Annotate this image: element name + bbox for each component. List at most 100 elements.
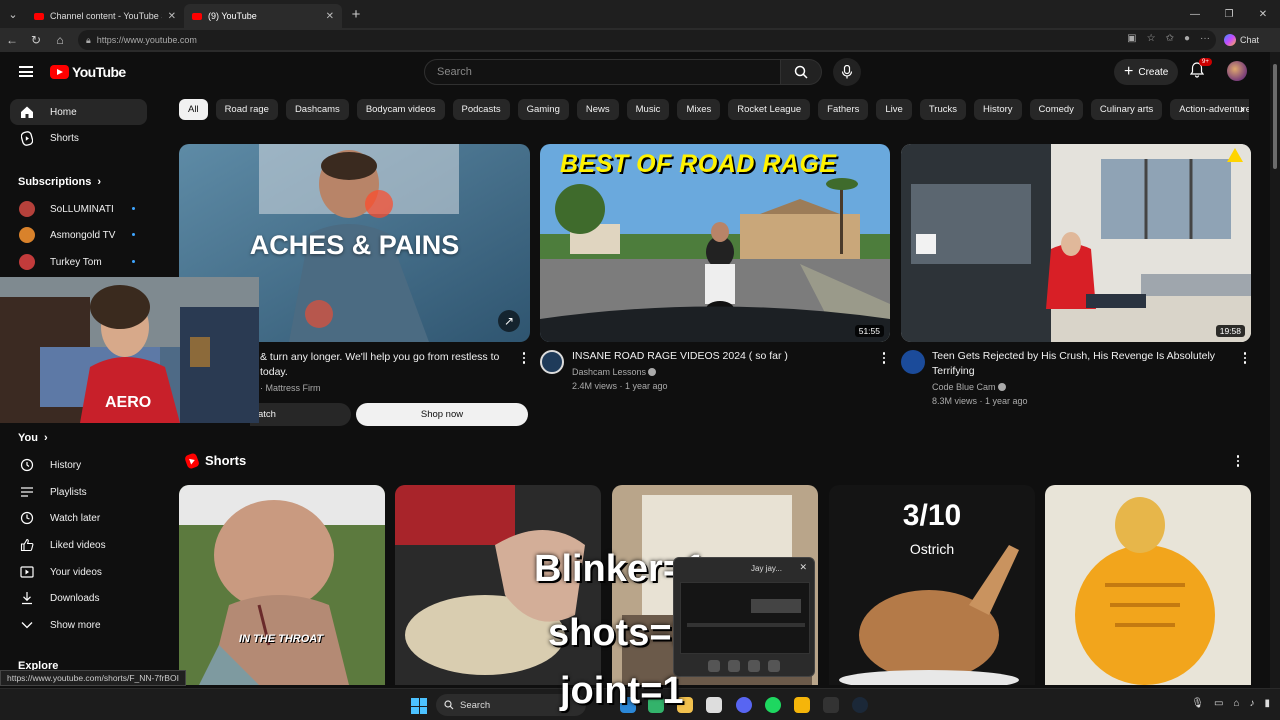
sidebar-item-liked-videos[interactable]: Liked videos xyxy=(10,532,147,558)
tab-actions-menu-button[interactable]: ⌄ xyxy=(0,0,26,28)
video-more-options-icon[interactable] xyxy=(1243,352,1247,364)
short-item[interactable]: 3/10 Ostrich xyxy=(829,485,1035,685)
steam-icon[interactable] xyxy=(852,697,868,713)
voice-search-button[interactable] xyxy=(833,58,861,86)
channel-avatar[interactable] xyxy=(540,350,564,374)
subscriptions-heading[interactable]: Subscriptions › xyxy=(18,176,101,188)
sidebar-subscription-solluminati[interactable]: SoLLUMINATI xyxy=(10,196,147,222)
video-channel[interactable]: Code Blue Cam xyxy=(932,380,1006,394)
volume-icon[interactable]: ♪ xyxy=(1249,698,1254,709)
chip-action-adventure-gam[interactable]: Action-adventure gam xyxy=(1170,99,1249,120)
thumbs-up-icon xyxy=(19,537,35,553)
sidebar-item-downloads[interactable]: Downloads xyxy=(10,585,147,611)
more-options-icon[interactable]: ··· xyxy=(1200,33,1210,44)
close-tab-icon[interactable]: ✕ xyxy=(168,11,176,22)
chip-all[interactable]: All xyxy=(179,99,208,120)
youtube-logo[interactable]: YouTube xyxy=(50,64,126,80)
short-item[interactable] xyxy=(1045,485,1251,685)
sidebar-subscription-turkey-tom[interactable]: Turkey Tom xyxy=(10,249,147,275)
notifications-button[interactable]: 9+ xyxy=(1189,58,1212,83)
maximize-icon[interactable]: ❐ xyxy=(1212,9,1246,20)
app-icon[interactable] xyxy=(706,697,722,713)
back-icon[interactable]: ← xyxy=(0,33,24,47)
chip-live[interactable]: Live xyxy=(876,99,912,120)
chip-music[interactable]: Music xyxy=(626,99,670,120)
profile-icon[interactable]: ● xyxy=(1184,33,1190,44)
channel-avatar[interactable] xyxy=(901,350,925,374)
you-heading[interactable]: You › xyxy=(18,432,48,444)
ad-title[interactable]: & turn any longer. We'll help you go fro… xyxy=(260,350,515,379)
chip-gaming[interactable]: Gaming xyxy=(517,99,569,120)
microphone-tray-icon[interactable]: 🎙︎ xyxy=(1191,698,1204,709)
taskbar-preview-popup[interactable]: Jay jay... ✕ xyxy=(673,557,815,677)
search-button[interactable] xyxy=(781,59,822,85)
sidebar-item-show-more[interactable]: Show more xyxy=(10,612,147,638)
sidebar-item-shorts[interactable]: Shorts xyxy=(10,125,147,151)
sidebar-item-your-videos[interactable]: Your videos xyxy=(10,559,147,585)
camera-icon[interactable] xyxy=(708,660,720,672)
video-channel[interactable]: Dashcam Lessons xyxy=(572,365,657,379)
windows-start-icon[interactable] xyxy=(411,698,427,714)
discord-icon[interactable] xyxy=(736,697,752,713)
rockstar-icon[interactable] xyxy=(794,697,810,713)
menu-icon[interactable] xyxy=(19,66,33,77)
address-bar[interactable]: 🔒︎ https://www.youtube.com ▣ ☆ ✩ ● ··· xyxy=(78,30,1216,50)
shorts-more-options-icon[interactable] xyxy=(1236,455,1240,467)
popup-close-icon[interactable]: ✕ xyxy=(799,562,807,573)
sidebar-item-watch-later[interactable]: Watch later xyxy=(10,505,147,531)
chip-news[interactable]: News xyxy=(576,99,619,120)
scrollbar-thumb[interactable] xyxy=(1273,64,1277,169)
new-tab-button[interactable]: + xyxy=(344,6,368,23)
copilot-chat-button[interactable]: Chat xyxy=(1224,34,1259,46)
sidebar-subscription-asmongold[interactable]: Asmongold TV xyxy=(10,222,147,248)
battery-icon[interactable]: ▮ xyxy=(1264,698,1270,709)
network-icon[interactable]: ⌂ xyxy=(1233,698,1239,709)
favorite-star-icon[interactable]: ☆ xyxy=(1147,33,1156,44)
refresh-icon[interactable]: ↻ xyxy=(24,33,48,47)
short-item[interactable]: IN THE THROAT xyxy=(179,485,385,685)
tab-youtube[interactable]: (9) YouTube ✕ xyxy=(184,4,342,28)
chip-fathers[interactable]: Fathers xyxy=(818,99,869,120)
ad-channel[interactable]: · Mattress Firm xyxy=(260,381,321,395)
close-tab-icon[interactable]: ✕ xyxy=(326,11,334,22)
create-button[interactable]: + Create xyxy=(1114,59,1179,85)
video-title[interactable]: Teen Gets Rejected by His Crush, His Rev… xyxy=(932,349,1232,378)
ad-watch-button[interactable]: atch xyxy=(250,403,351,426)
chip-history[interactable]: History xyxy=(973,99,1022,120)
favorites-icon[interactable]: ✩ xyxy=(1166,33,1174,44)
sidebar-item-history[interactable]: History xyxy=(10,452,147,478)
chip-mixes[interactable]: Mixes xyxy=(677,99,721,120)
video-more-options-icon[interactable] xyxy=(882,352,886,364)
home-browser-icon[interactable]: ⌂ xyxy=(48,33,72,47)
epic-games-icon[interactable] xyxy=(823,697,839,713)
microphone-icon[interactable] xyxy=(728,660,740,672)
minimize-icon[interactable]: — xyxy=(1178,9,1212,20)
chip-rocket-league[interactable]: Rocket League xyxy=(728,99,811,120)
chip-comedy[interactable]: Comedy xyxy=(1029,99,1083,120)
chip-dashcams[interactable]: Dashcams xyxy=(285,99,349,120)
headset-icon[interactable] xyxy=(748,660,760,672)
chip-bodycam-videos[interactable]: Bodycam videos xyxy=(356,99,445,120)
page-scrollbar[interactable] xyxy=(1270,52,1280,688)
chip-culinary-arts[interactable]: Culinary arts xyxy=(1090,99,1163,120)
sidebar-item-playlists[interactable]: Playlists xyxy=(10,479,147,505)
ad-more-options-icon[interactable] xyxy=(522,352,526,364)
sidebar-item-home[interactable]: Home xyxy=(10,99,147,125)
chips-next-arrow-icon[interactable]: › xyxy=(1240,101,1244,116)
split-screen-icon[interactable]: ▣ xyxy=(1127,33,1136,44)
display-tray-icon[interactable]: ▭ xyxy=(1214,698,1223,709)
video-title[interactable]: INSANE ROAD RAGE VIDEOS 2024 ( so far ) xyxy=(572,349,867,364)
search-input[interactable] xyxy=(424,59,781,85)
spotify-icon[interactable] xyxy=(765,697,781,713)
shop-now-button[interactable]: Shop now xyxy=(356,403,528,426)
hangup-icon[interactable] xyxy=(768,660,780,672)
chip-trucks[interactable]: Trucks xyxy=(919,99,966,120)
chip-podcasts[interactable]: Podcasts xyxy=(452,99,510,120)
account-avatar[interactable] xyxy=(1227,61,1247,81)
close-window-icon[interactable]: ✕ xyxy=(1246,9,1280,20)
chip-road-rage[interactable]: Road rage xyxy=(215,99,278,120)
video-thumbnail[interactable]: BEST OF ROAD RAGE 51:55 xyxy=(540,144,890,342)
external-link-icon[interactable]: ↗ xyxy=(498,310,520,332)
tab-youtube-studio[interactable]: Channel content - YouTube Studio ✕ xyxy=(26,4,184,28)
video-thumbnail[interactable]: 19:58 xyxy=(901,144,1251,342)
